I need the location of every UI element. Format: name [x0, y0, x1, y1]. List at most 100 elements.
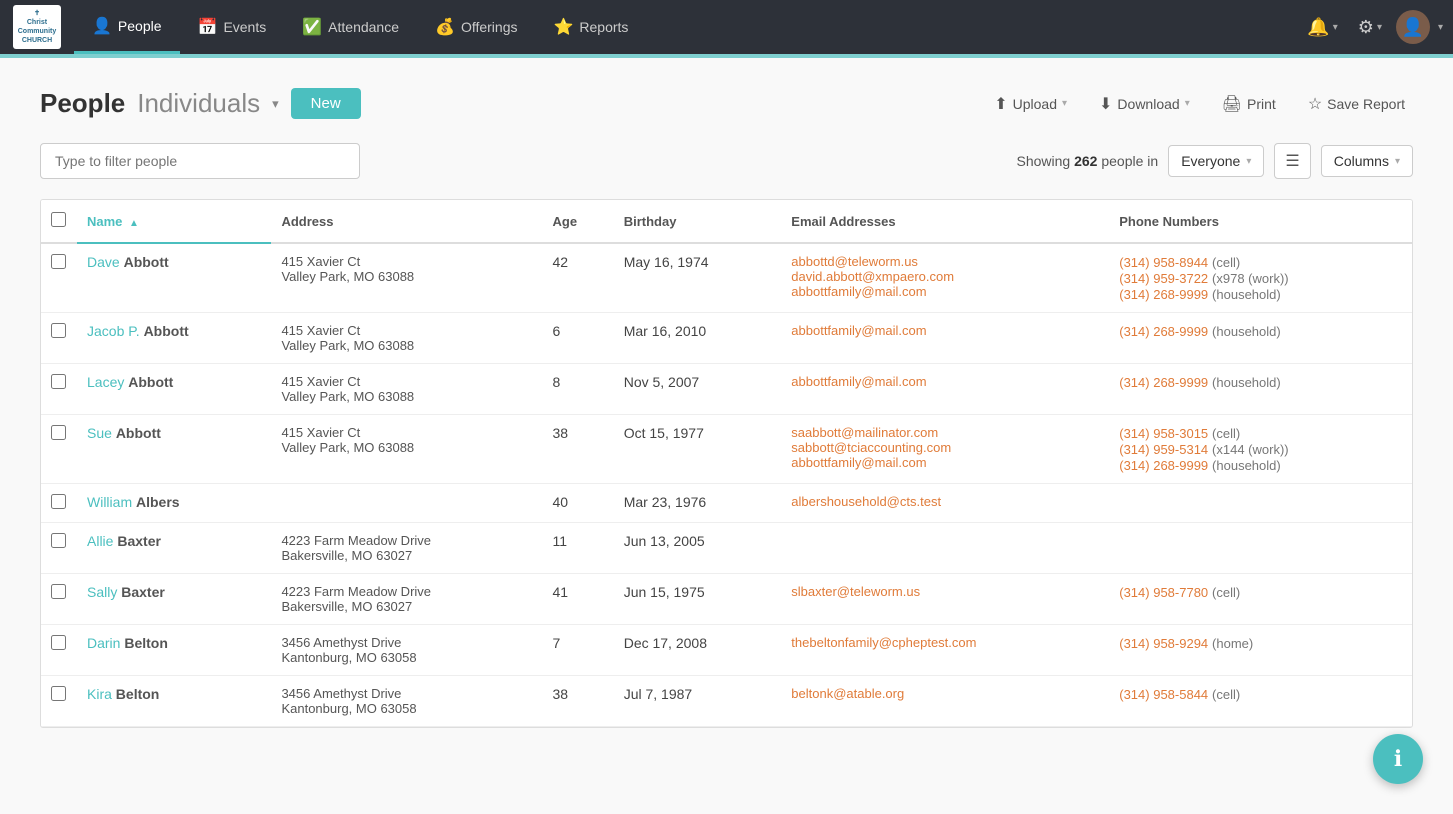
email-link[interactable]: david.abbott@xmpaero.com — [791, 269, 1099, 284]
row-phone-cell: (314) 958-7780 (cell) — [1109, 574, 1412, 625]
email-link[interactable]: thebeltonfamily@cpheptest.com — [791, 635, 1099, 650]
row-phone-cell: (314) 958-3015 (cell) (314) 959-5314 (x14… — [1109, 415, 1412, 484]
nav-item-reports[interactable]: ⭐ Reports — [535, 0, 646, 54]
print-button[interactable]: 🖨 Print — [1214, 89, 1284, 119]
bell-icon: 🔔 — [1307, 17, 1329, 38]
person-link[interactable]: Kira Belton — [87, 686, 159, 702]
email-link[interactable]: beltonk@atable.org — [791, 686, 1099, 701]
row-age-cell: 11 — [542, 523, 613, 574]
th-birthday[interactable]: Birthday — [614, 200, 782, 243]
row-checkbox[interactable] — [51, 584, 66, 599]
person-link[interactable]: Allie Baxter — [87, 533, 161, 549]
th-birthday-label: Birthday — [624, 214, 677, 229]
group-filter-arrow: ▾ — [1246, 156, 1251, 167]
app-logo[interactable]: ✝ChristCommunityCHURCH — [10, 0, 64, 54]
phone-type: (x144 (work)) — [1212, 442, 1289, 457]
row-phone-cell: (314) 958-8944 (cell)(314) 959-3722 (x97… — [1109, 243, 1412, 313]
row-checkbox[interactable] — [51, 425, 66, 440]
email-link[interactable]: slbaxter@teleworm.us — [791, 584, 1099, 599]
row-age-cell: 40 — [542, 484, 613, 523]
person-link[interactable]: Sally Baxter — [87, 584, 165, 600]
phone-link[interactable]: (314) 959-3722 — [1119, 271, 1208, 286]
people-filter-input[interactable] — [40, 143, 360, 179]
group-filter-dropdown[interactable]: Everyone ▾ — [1168, 145, 1264, 177]
th-email[interactable]: Email Addresses — [781, 200, 1109, 243]
settings-button[interactable]: ⚙ ▾ — [1352, 11, 1388, 44]
th-address[interactable]: Address — [271, 200, 542, 243]
nav-item-people[interactable]: 👤 People — [74, 0, 180, 54]
download-dropdown-arrow: ▾ — [1185, 98, 1190, 109]
nav-label-people: People — [118, 18, 162, 34]
nav-item-events[interactable]: 📅 Events — [180, 0, 285, 54]
row-checkbox[interactable] — [51, 254, 66, 269]
email-link[interactable]: albershousehold@cts.test — [791, 494, 1099, 509]
email-link[interactable]: abbottd@teleworm.us — [791, 254, 1099, 269]
phone-link[interactable]: (314) 958-5844 — [1119, 687, 1208, 702]
row-checkbox[interactable] — [51, 374, 66, 389]
download-button[interactable]: ⬇ Download ▾ — [1091, 89, 1198, 119]
nav-label-attendance: Attendance — [328, 19, 399, 35]
row-age-cell: 38 — [542, 415, 613, 484]
row-email-cell: saabbott@mailinator.comsabbott@tciaccoun… — [781, 415, 1109, 484]
person-link[interactable]: Sue Abbott — [87, 425, 161, 441]
phone-type: (cell) — [1212, 426, 1240, 441]
th-select-all[interactable] — [41, 200, 77, 243]
phone-link[interactable]: (314) 958-3015 — [1119, 426, 1208, 441]
avatar[interactable]: 👤 — [1396, 10, 1430, 44]
avatar-dropdown-arrow: ▾ — [1438, 22, 1443, 33]
columns-label: Columns — [1334, 153, 1389, 169]
nav-item-offerings[interactable]: 💰 Offerings — [417, 0, 535, 54]
person-link[interactable]: Darin Belton — [87, 635, 168, 651]
email-link[interactable]: saabbott@mailinator.com — [791, 425, 1099, 440]
email-link[interactable]: abbottfamily@mail.com — [791, 374, 1099, 389]
address-line2: Bakersville, MO 63027 — [281, 548, 532, 563]
phone-link[interactable]: (314) 959-5314 — [1119, 442, 1208, 457]
phone-type: (cell) — [1212, 687, 1240, 702]
table-row: Allie Baxter4223 Farm Meadow DriveBakers… — [41, 523, 1412, 574]
columns-dropdown[interactable]: Columns ▾ — [1321, 145, 1413, 177]
row-birthday-cell: Oct 15, 1977 — [614, 415, 782, 484]
person-link[interactable]: Jacob P. Abbott — [87, 323, 189, 339]
row-checkbox[interactable] — [51, 533, 66, 548]
email-link[interactable]: abbottfamily@mail.com — [791, 284, 1099, 299]
print-label: Print — [1247, 96, 1276, 112]
new-button[interactable]: New — [291, 88, 361, 119]
row-name-cell: Sally Baxter — [77, 574, 271, 625]
phone-link[interactable]: (314) 958-8944 — [1119, 255, 1208, 270]
row-age-cell: 38 — [542, 676, 613, 727]
person-link[interactable]: Lacey Abbott — [87, 374, 173, 390]
subtitle-dropdown[interactable]: ▾ — [272, 96, 279, 112]
th-age[interactable]: Age — [542, 200, 613, 243]
person-link[interactable]: William Albers — [87, 494, 180, 510]
person-link[interactable]: Dave Abbott — [87, 254, 169, 270]
phone-link[interactable]: (314) 268-9999 — [1119, 375, 1208, 390]
row-checkbox[interactable] — [51, 494, 66, 509]
email-link[interactable]: sabbott@tciaccounting.com — [791, 440, 1099, 455]
row-name-cell: William Albers — [77, 484, 271, 523]
table-row: William Albers40Mar 23, 1976albershouseh… — [41, 484, 1412, 523]
save-report-button[interactable]: ☆ Save Report — [1300, 89, 1413, 119]
row-checkbox[interactable] — [51, 635, 66, 650]
row-phone-cell: (314) 958-9294 (home) — [1109, 625, 1412, 676]
phone-link[interactable]: (314) 268-9999 — [1119, 324, 1208, 339]
info-fab-button[interactable]: ℹ — [1373, 734, 1423, 784]
th-phone[interactable]: Phone Numbers — [1109, 200, 1412, 243]
nav-item-attendance[interactable]: ✅ Attendance — [284, 0, 417, 54]
notifications-button[interactable]: 🔔 ▾ — [1301, 11, 1343, 44]
upload-button[interactable]: ⬆ Upload ▾ — [986, 89, 1075, 119]
phone-link[interactable]: (314) 268-9999 — [1119, 287, 1208, 302]
email-link[interactable]: abbottfamily@mail.com — [791, 455, 1099, 470]
table-row: Kira Belton 3456 Amethyst DriveKantonburg… — [41, 676, 1412, 727]
phone-link[interactable]: (314) 958-7780 — [1119, 585, 1208, 600]
phone-link[interactable]: (314) 958-9294 — [1119, 636, 1208, 651]
row-address-cell: 3456 Amethyst DriveKantonburg, MO 63058 — [271, 676, 542, 727]
filter-list-icon-button[interactable]: ☰ — [1274, 143, 1310, 179]
email-link[interactable]: abbottfamily@mail.com — [791, 323, 1099, 338]
phone-link[interactable]: (314) 268-9999 — [1119, 458, 1208, 473]
phone-row: (314) 268-9999 (household) — [1119, 457, 1402, 473]
row-checkbox[interactable] — [51, 323, 66, 338]
select-all-checkbox[interactable] — [51, 212, 66, 227]
phone-type: (household) — [1212, 324, 1281, 339]
row-checkbox[interactable] — [51, 686, 66, 701]
th-name[interactable]: Name ▲ — [77, 200, 271, 243]
